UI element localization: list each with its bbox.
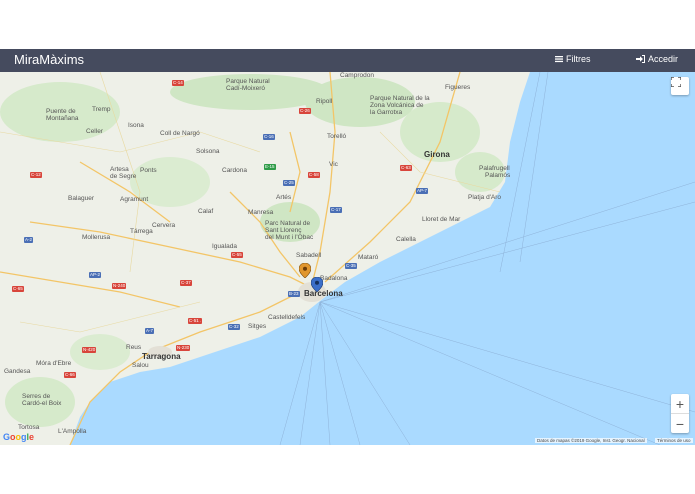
road-shield: B-23	[288, 291, 300, 297]
city-label: Isona	[128, 122, 144, 129]
city-label: Celler	[86, 128, 103, 135]
city-label: Sabadell	[296, 252, 322, 259]
city-label: Castelldefels	[268, 314, 306, 321]
filters-button[interactable]: Filtres	[555, 54, 591, 64]
zoom-control: + −	[671, 394, 689, 433]
city-label: Agramunt	[120, 196, 149, 203]
map-marker-orange[interactable]	[299, 263, 311, 278]
city-label: Ripoll	[316, 98, 333, 105]
city-label: Torelló	[327, 133, 347, 140]
map-marker-blue[interactable]	[311, 277, 323, 292]
road-shield: AP-7	[416, 188, 429, 194]
city-label: Serres de Cardó-el Boix	[22, 393, 62, 407]
road-shield: C-63	[400, 165, 412, 171]
login-button[interactable]: Accedir	[636, 54, 678, 64]
city-label: Salou	[132, 362, 149, 369]
city-label: Cervera	[152, 222, 176, 229]
sign-in-icon	[636, 55, 645, 63]
login-label: Accedir	[648, 54, 679, 64]
city-label: Tárrega	[130, 228, 153, 235]
city-label: Girona	[424, 150, 450, 159]
city-label: Camprodon	[340, 72, 374, 79]
road-shield: C-37	[180, 280, 192, 286]
terms-link[interactable]: Términos de uso	[655, 438, 693, 443]
city-label: Vic	[329, 161, 338, 168]
city-label: Igualada	[212, 243, 237, 250]
road-shield: C-14	[172, 80, 184, 86]
city-label: Lloret de Mar	[422, 216, 461, 223]
road-shield: C-32	[228, 324, 240, 330]
city-label: Artesa de Segre	[110, 166, 137, 180]
city-label: Ponts	[140, 167, 157, 174]
city-label: Manresa	[248, 209, 274, 216]
road-shield: C-65	[12, 286, 24, 292]
top-navbar: MiraMàxims Filtres Accedir	[0, 49, 695, 72]
city-label: L'Ampolla	[58, 428, 87, 435]
city-label: Figueres	[445, 84, 471, 91]
map-view[interactable]: Camprodon Figueres Parque Natural Cadí-Mo…	[0, 72, 695, 445]
city-label: Palafrugell	[479, 165, 510, 172]
city-label: Móra d'Ebre	[36, 360, 72, 367]
city-label: Mollerusa	[82, 234, 111, 241]
road-shield: N-230	[176, 345, 191, 351]
city-label: Sitges	[248, 323, 267, 330]
city-label: Tremp	[92, 106, 111, 113]
road-shield: N-420	[82, 347, 97, 353]
road-shield: N-240	[112, 283, 127, 289]
city-label: Puente de Montañana	[46, 108, 79, 122]
city-label: Badalona	[320, 275, 348, 282]
city-label: Calaf	[198, 208, 214, 215]
map-attribution: Datos de mapas ©2019 Google, Inst. Geogr…	[535, 438, 647, 443]
road-shield: A-2	[24, 237, 34, 243]
city-label: Calella	[396, 236, 416, 243]
city-label: Parque Natural Cadí-Moixeró	[226, 78, 270, 92]
road-shield: C-26	[299, 108, 311, 114]
filters-label: Filtres	[566, 54, 591, 64]
city-label: Palamós	[485, 172, 511, 179]
city-label: Solsona	[196, 148, 220, 155]
map-terrain	[0, 72, 695, 445]
city-label: Balaguer	[68, 195, 95, 202]
zoom-out-button[interactable]: −	[671, 414, 689, 433]
filter-list-icon	[555, 56, 563, 63]
road-shield: C-17	[330, 207, 342, 213]
city-label: Barcelona	[304, 289, 343, 298]
fullscreen-button[interactable]	[671, 77, 689, 95]
road-shield: C-58	[308, 172, 320, 178]
road-shield: C-55	[231, 252, 243, 258]
city-label: Tortosa	[18, 424, 40, 431]
road-shield: C-16	[263, 134, 275, 140]
road-shield: A-7	[145, 328, 155, 334]
city-label: Artés	[276, 194, 292, 201]
city-label: Platja d'Aro	[468, 194, 502, 201]
road-shield: C-66	[64, 372, 76, 378]
fullscreen-icon	[671, 77, 681, 87]
city-label: Cardona	[222, 167, 247, 174]
city-label: Coll de Nargó	[160, 130, 200, 137]
road-shield: C-35	[345, 263, 357, 269]
brand-title[interactable]: MiraMàxims	[14, 52, 84, 67]
city-label: Parc Natural de Sant Llorenç del Munt i l'…	[265, 220, 314, 241]
city-label: Parque Natural de la Zona Volcánica de la …	[370, 95, 430, 116]
city-label: Gandesa	[4, 368, 31, 375]
road-shield: C-51	[188, 318, 200, 324]
road-shield: AP-2	[89, 272, 102, 278]
zoom-in-button[interactable]: +	[671, 394, 689, 413]
city-label: Tarragona	[142, 352, 181, 361]
road-shield: C-12	[30, 172, 42, 178]
city-label: Mataró	[358, 254, 379, 261]
city-label: Reus	[126, 344, 142, 351]
road-shield: C-25	[283, 180, 295, 186]
road-shield: E-15	[264, 164, 276, 170]
google-logo: Google	[3, 432, 35, 442]
